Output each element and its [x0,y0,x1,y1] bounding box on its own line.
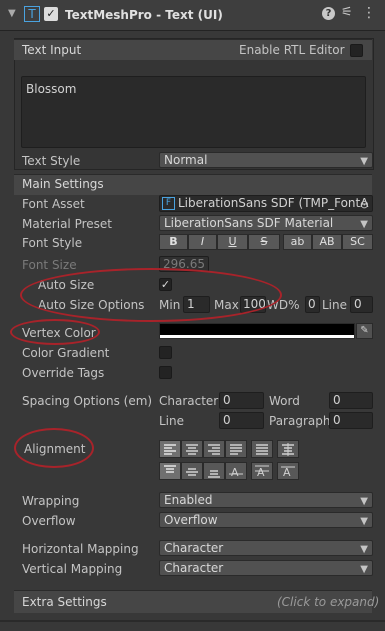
align-flush-icon[interactable] [251,440,273,458]
line-spacing-field[interactable]: 0 [219,412,264,429]
align-midline-icon[interactable]: A [251,462,273,480]
character-spacing-field[interactable]: 0 [219,392,264,409]
chevron-down-icon: ▼ [360,156,368,167]
annotation-circle-alignment [14,428,94,468]
align-capline-icon[interactable]: A [277,462,299,480]
font-style-label: Font Style [22,236,83,250]
align-middle-icon[interactable] [181,462,203,480]
text-input-area[interactable]: Blossom [21,76,366,148]
vertex-color-swatch[interactable] [159,323,355,339]
color-gradient-checkbox[interactable] [159,346,172,359]
line-value: 0 [354,297,362,311]
object-picker-icon[interactable]: ⊙ [360,197,369,211]
rtl-editor-checkbox[interactable] [350,44,363,57]
color-gradient-label: Color Gradient [22,346,110,360]
preset-icon[interactable]: ⚟ [341,5,353,20]
vertical-mapping-dropdown[interactable]: Character ▼ [159,560,373,576]
component-enabled-checkbox[interactable]: ✓ [44,7,58,21]
font-style-uppercase-button[interactable]: AB [312,234,342,250]
wrapping-dropdown[interactable]: Enabled ▼ [159,492,373,508]
text-style-label: Text Style [22,154,81,168]
font-size-label: Font Size [22,258,77,272]
font-style-lowercase-button[interactable]: ab [283,234,312,250]
font-asset-field[interactable]: F LiberationSans SDF (TMP_FontA ⊙ [159,195,373,212]
align-right-icon[interactable] [203,440,225,458]
paragraph-spacing-label: Paragraph [269,414,331,428]
vertex-color-alpha-bar [160,335,354,338]
font-style-bold-button[interactable]: B [159,234,188,250]
overflow-dropdown[interactable]: Overflow ▼ [159,512,373,528]
foldout-arrow-icon[interactable]: ▼ [8,8,16,19]
font-asset-label: Font Asset [22,197,85,211]
word-spacing-field[interactable]: 0 [329,392,373,409]
spacing-options-label: Spacing Options (em) [22,394,153,408]
chevron-down-icon: ▼ [360,544,368,555]
wd-value: 0 [308,297,316,311]
align-geometry-center-icon[interactable] [277,440,299,458]
material-preset-dropdown[interactable]: LiberationSans SDF Material ▼ [159,215,373,231]
align-justified-icon[interactable] [225,440,247,458]
material-preset-value: LiberationSans SDF Material [164,216,334,230]
annotation-circle-vertex-color [10,319,100,345]
chevron-down-icon: ▼ [360,516,368,527]
font-asset-value: LiberationSans SDF (TMP_FontA [178,196,369,210]
chevron-down-icon: ▼ [360,564,368,575]
font-asset-icon: F [162,197,175,210]
main-settings-title: Main Settings [22,177,104,191]
textmeshpro-icon: T [24,6,40,22]
extra-settings-hint: (Click to expand) [277,595,380,609]
svg-text:A: A [231,466,239,479]
align-bottom-icon[interactable] [203,462,225,480]
text-input-value: Blossom [26,82,77,96]
wrapping-value: Enabled [164,493,213,507]
svg-text:A: A [257,466,265,479]
chevron-down-icon: ▼ [360,219,368,230]
chevron-down-icon: ▼ [360,496,368,507]
word-spacing-value: 0 [333,393,341,407]
menu-icon[interactable]: ⋮ [362,5,376,21]
extra-settings-title: Extra Settings [22,595,107,609]
text-style-dropdown[interactable]: Normal ▼ [159,152,373,168]
paragraph-spacing-field[interactable]: 0 [329,412,373,429]
text-input-title: Text Input [22,43,82,57]
component-title: TextMeshPro - Text (UI) [65,8,223,22]
eyedropper-icon[interactable]: ✎ [356,323,373,339]
overflow-value: Overflow [164,513,218,527]
component-header: ▼ T ✓ TextMeshPro - Text (UI) ? ⚟ ⋮ [0,0,385,31]
rtl-editor-label: Enable RTL Editor [239,43,345,57]
font-style-italic-button[interactable]: I [188,234,217,250]
font-style-underline-button[interactable]: U [217,234,248,250]
font-style-strikethrough-button[interactable]: S [248,234,280,250]
character-spacing-label: Character [159,394,219,408]
line-label: Line [322,298,348,312]
material-preset-label: Material Preset [22,217,112,231]
line-spacing-label: Line [159,414,185,428]
align-center-icon[interactable] [181,440,203,458]
vertical-mapping-label: Vertical Mapping [22,562,123,576]
font-style-smallcaps-button[interactable]: SC [342,234,373,250]
paragraph-spacing-value: 0 [333,413,341,427]
word-spacing-label: Word [269,394,300,408]
override-tags-checkbox[interactable] [159,366,172,379]
character-spacing-value: 0 [223,393,231,407]
wd-field[interactable]: 0 [305,296,320,313]
align-left-icon[interactable] [159,440,181,458]
vertical-mapping-value: Character [164,561,224,575]
text-style-value: Normal [164,153,208,167]
override-tags-label: Override Tags [22,366,105,380]
overflow-label: Overflow [22,514,76,528]
bottom-divider [0,620,385,622]
line-spacing-value: 0 [223,413,231,427]
wrapping-label: Wrapping [22,494,80,508]
svg-text:A: A [283,466,291,479]
horizontal-mapping-label: Horizontal Mapping [22,542,139,556]
align-top-icon[interactable] [159,462,181,480]
help-icon[interactable]: ? [322,7,335,20]
horizontal-mapping-value: Character [164,541,224,555]
line-field[interactable]: 0 [350,296,373,313]
horizontal-mapping-dropdown[interactable]: Character ▼ [159,540,373,556]
annotation-circle-auto-size [20,268,282,322]
align-baseline-icon[interactable]: A [225,462,247,480]
